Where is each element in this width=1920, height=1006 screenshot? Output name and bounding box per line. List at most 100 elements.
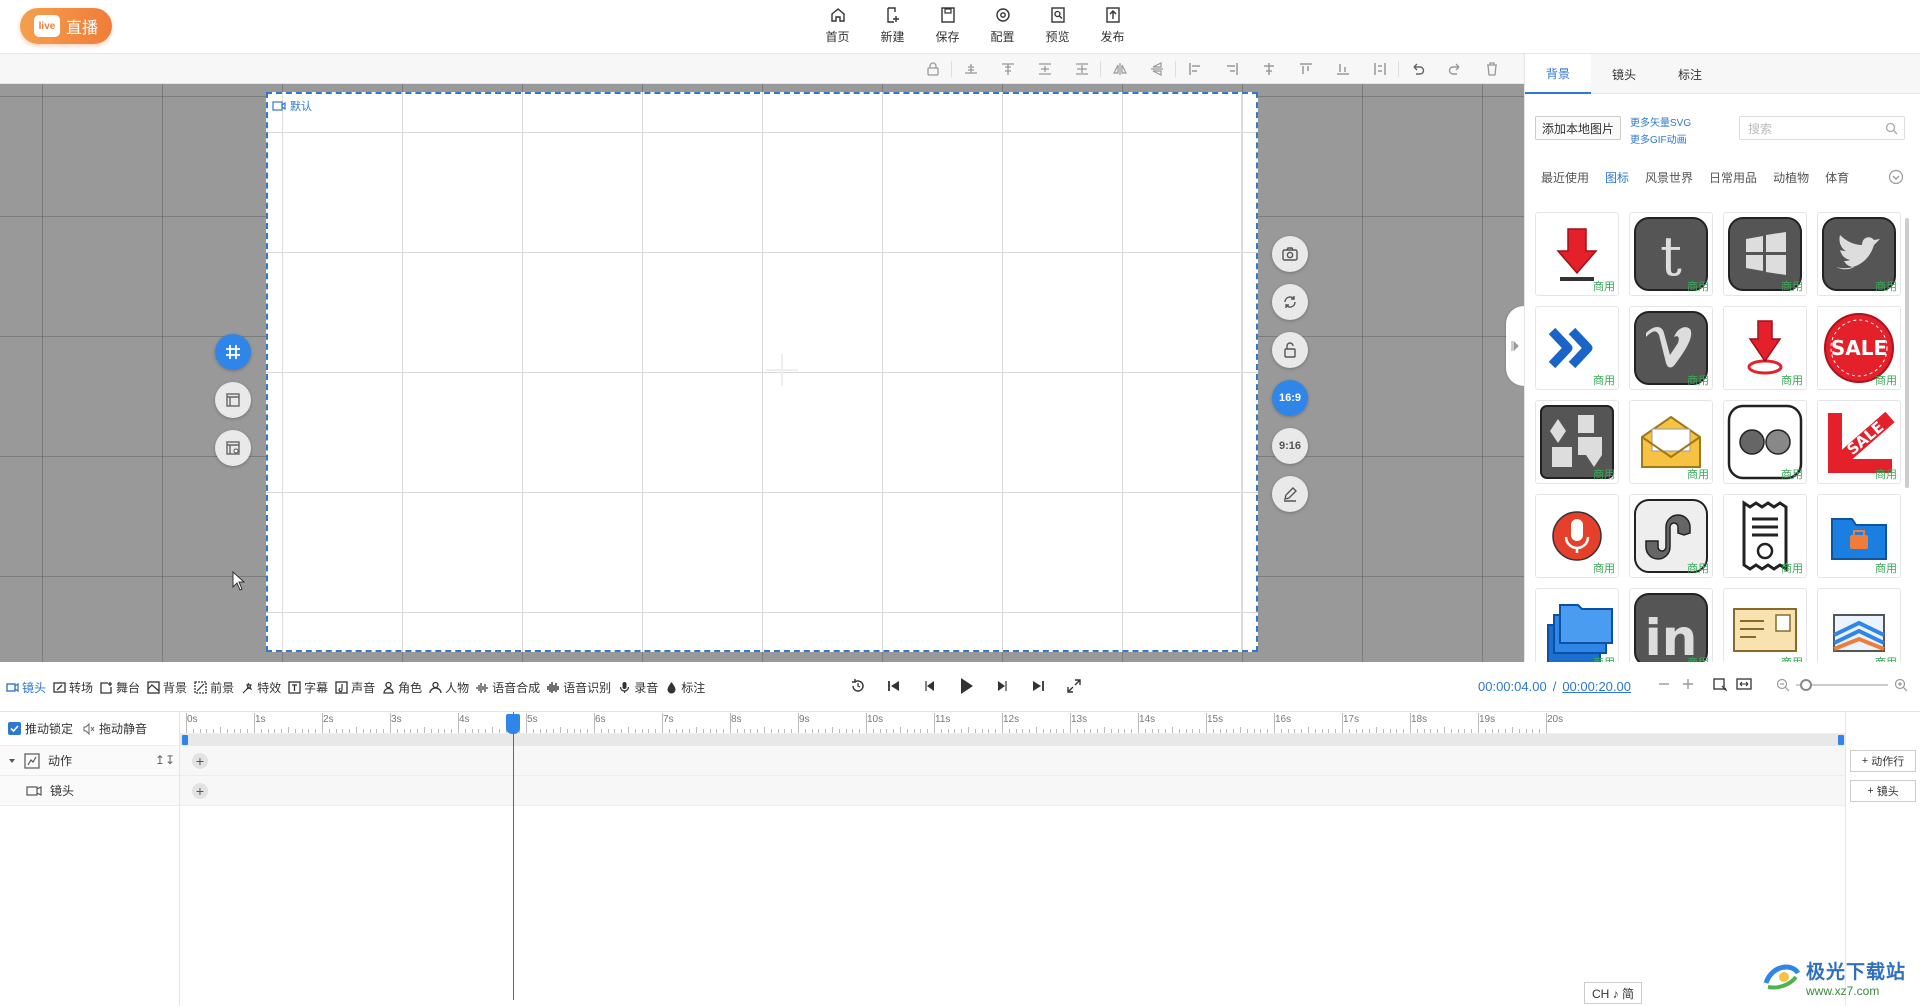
align-middle-icon[interactable] [1026,60,1063,78]
total-time[interactable]: 00:00:20.00 [1562,679,1631,694]
unlock-button[interactable] [1272,332,1308,368]
add-action-button[interactable]: + [192,753,208,769]
plus-icon[interactable] [1680,676,1696,692]
tab-background[interactable]: 背景 [1525,54,1591,94]
range-end-handle[interactable] [1838,735,1844,745]
align-bottom-edge-icon[interactable] [952,60,989,78]
more-svg-link[interactable]: 更多矢量SVG [1630,114,1691,129]
category-nature[interactable]: 动植物 [1773,169,1809,186]
lock-icon[interactable] [914,60,951,78]
add-local-image-button[interactable]: 添加本地图片 [1535,116,1621,140]
menu-new[interactable]: 新建 [865,4,920,50]
playhead-handle[interactable] [506,714,520,734]
skip-end-button[interactable] [1028,676,1048,696]
asset-item[interactable]: 商用 [1817,212,1901,296]
redo-icon[interactable] [1436,60,1473,78]
tool-camera[interactable]: 镜头 [6,679,46,696]
time-ruler[interactable]: 0s 1s 2s 3s 4s 5s 6s 7s 8s 9s 10s 11s 12s 13s 14s 15s 16… [180,712,1845,734]
category-scenery[interactable]: 风景世界 [1645,169,1693,186]
flip-horizontal-icon[interactable] [1101,60,1138,78]
asset-item[interactable]: 商用 [1629,306,1713,390]
menu-publish[interactable]: 发布 [1085,4,1140,50]
asset-item[interactable]: 商用 [1817,494,1901,578]
menu-save[interactable]: 保存 [920,4,975,50]
tool-asr[interactable]: 语音识别 [547,679,611,696]
distribute-vertical-icon[interactable] [1063,60,1100,78]
asset-item[interactable]: 商用 [1535,494,1619,578]
category-icons[interactable]: 图标 [1605,169,1629,186]
asset-item[interactable]: 商用 [1535,306,1619,390]
asset-item[interactable]: 商用 [1629,494,1713,578]
add-action-row-button[interactable]: + 动作行 [1850,750,1916,772]
category-expand-icon[interactable] [1888,169,1904,185]
asset-item[interactable]: 商用 [1535,588,1619,662]
menu-preview[interactable]: 预览 [1030,4,1085,50]
align-top-icon[interactable] [989,60,1026,78]
action-track[interactable]: + [180,746,1845,776]
zoom-out-icon[interactable] [1776,678,1790,692]
distribute-horizontal-icon[interactable] [1361,60,1398,78]
category-recent[interactable]: 最近使用 [1541,169,1589,186]
track-header-camera[interactable]: 镜头 [0,776,179,806]
lock-option[interactable]: 推动锁定 [8,720,73,737]
ratio-9-16-button[interactable]: 9:16 [1272,428,1308,464]
skip-start-button[interactable] [884,676,904,696]
tool-foreground[interactable]: 前景 [194,679,234,696]
tool-sound[interactable]: 声音 [335,679,375,696]
align-left-icon[interactable] [1176,60,1213,78]
tool-background[interactable]: 背景 [147,679,187,696]
asset-item[interactable]: 商用 [1629,400,1713,484]
tool-annotation[interactable]: 标注 [665,679,705,696]
stage-frame[interactable]: 默认 [266,92,1258,652]
fit-width-icon[interactable] [1736,676,1752,692]
screenshot-button[interactable] [1272,236,1308,272]
tab-annotation[interactable]: 标注 [1657,54,1723,94]
tool-subtitle[interactable]: 字幕 [288,679,328,696]
asset-item[interactable]: 商用 [1723,212,1807,296]
fullscreen-button[interactable] [1064,676,1084,696]
search-icon[interactable] [1885,122,1898,135]
timeline-area[interactable]: 0s 1s 2s 3s 4s 5s 6s 7s 8s 9s 10s 11s 12s 13s 14s 15s 16… [180,712,1845,1006]
grid-toggle-button[interactable] [215,334,251,370]
camera-track[interactable]: + [180,776,1845,806]
align-top-edge-icon[interactable] [1287,60,1324,78]
tool-stage[interactable]: 舞台 [100,679,140,696]
current-time[interactable]: 00:00:04.00 [1478,679,1547,694]
asset-item[interactable]: in 商用 [1629,588,1713,662]
range-start-handle[interactable] [182,735,188,745]
tool-record[interactable]: 录音 [618,679,658,696]
category-sports[interactable]: 体育 [1825,169,1849,186]
asset-item[interactable]: 商用 [1723,588,1807,662]
tool-role[interactable]: 角色 [382,679,422,696]
step-forward-button[interactable] [992,676,1012,696]
step-back-button[interactable] [920,676,940,696]
collapse-caret-icon[interactable] [8,757,16,765]
rotate-button[interactable] [1272,284,1308,320]
zoom-slider-knob[interactable] [1800,679,1812,691]
track-header-action[interactable]: 动作 ↥↧ [0,746,179,776]
asset-item[interactable]: 商用 [1817,588,1901,662]
ime-indicator[interactable]: CH ♪ 简 [1584,982,1642,1004]
asset-item[interactable]: SALE 商用 [1817,400,1901,484]
asset-item[interactable]: 商用 [1723,494,1807,578]
canvas-area[interactable]: 默认 16:9 9:16 [0,84,1524,662]
panel-collapse-handle[interactable] [1506,306,1524,386]
ratio-16-9-button[interactable]: 16:9 [1272,380,1308,416]
more-gif-link[interactable]: 更多GIF动画 [1630,131,1691,146]
asset-item[interactable]: t 商用 [1629,212,1713,296]
align-center-h-icon[interactable] [1250,60,1287,78]
live-button[interactable]: live 直播 [20,8,112,44]
tool-transition[interactable]: 转场 [53,679,93,696]
tool-effects[interactable]: 特效 [241,679,281,696]
zoom-slider[interactable] [1796,679,1888,691]
add-camera-button[interactable]: + [192,783,208,799]
align-right-icon[interactable] [1213,60,1250,78]
layout-settings-button[interactable] [215,430,251,466]
flip-vertical-icon[interactable] [1138,60,1175,78]
layout-button[interactable] [215,382,251,418]
tool-person[interactable]: 人物 [429,679,469,696]
add-camera-row-button[interactable]: + 镜头 [1850,780,1916,802]
reset-button[interactable] [848,676,868,696]
asset-item[interactable]: SALE 商用 [1817,306,1901,390]
asset-item[interactable]: 商用 [1723,400,1807,484]
